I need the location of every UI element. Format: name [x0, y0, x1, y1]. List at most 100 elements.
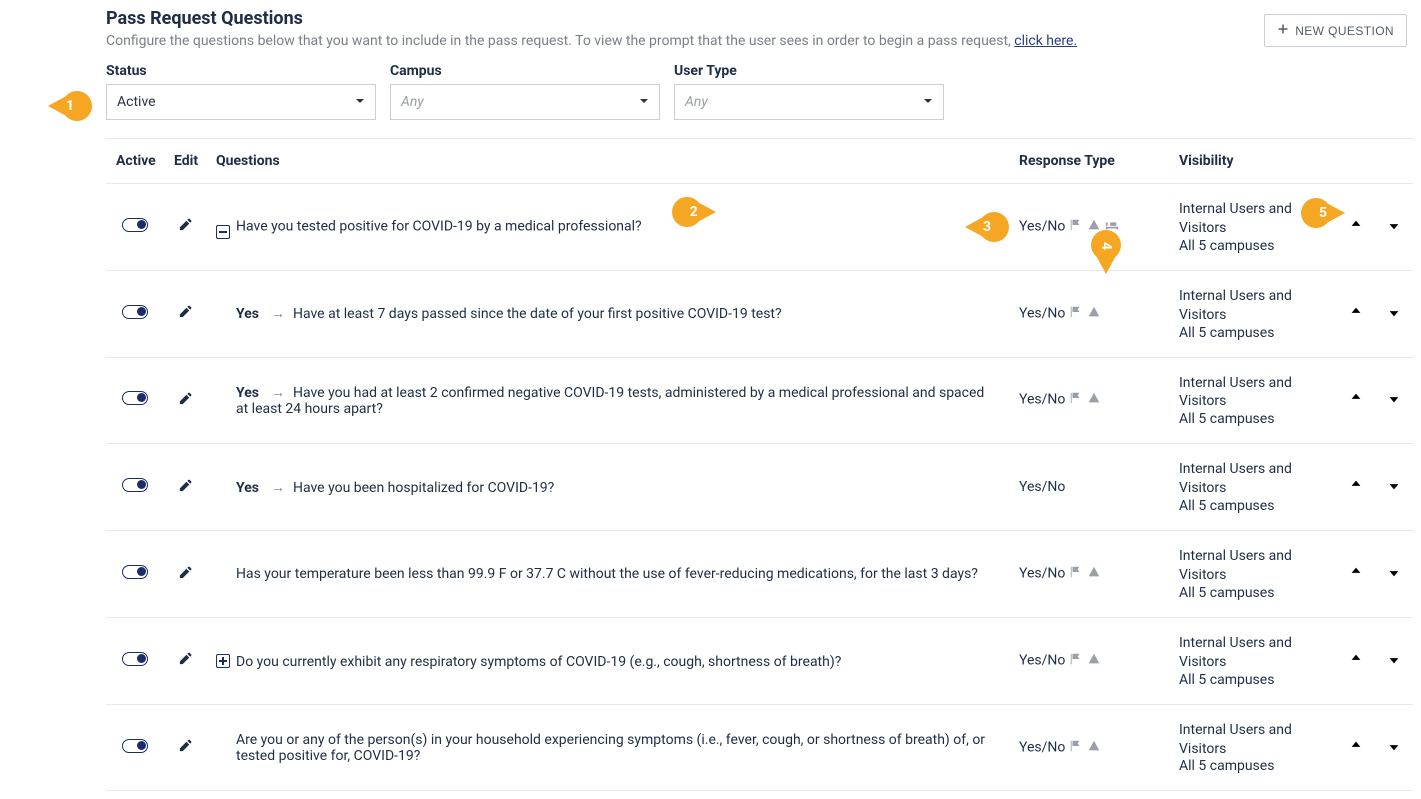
status-select-value: Active — [117, 94, 156, 110]
table-row: Do you currently exhibit any respiratory… — [106, 617, 1413, 704]
questions-table: Active Edit Questions Response Type Visi… — [106, 138, 1413, 791]
col-move-up — [1337, 139, 1375, 184]
visibility-campuses: All 5 campuses — [1179, 411, 1327, 427]
move-down-button[interactable] — [1387, 652, 1401, 666]
table-row: Yes → Have at least 7 days passed since th… — [106, 270, 1413, 357]
visibility-campuses: All 5 campuses — [1179, 498, 1327, 514]
warn-icon — [1087, 305, 1101, 323]
callout-2: 2 — [672, 197, 716, 227]
table-row: Yes→Have you been hospitalized for COVID… — [106, 444, 1413, 531]
warn-icon — [1087, 391, 1101, 409]
status-label: Status — [106, 63, 376, 79]
response-type-value: Yes/No — [1019, 305, 1065, 321]
page-subtitle-text: Configure the questions below that you w… — [106, 33, 1014, 49]
visibility-campuses: All 5 campuses — [1179, 325, 1327, 341]
active-toggle[interactable] — [122, 478, 148, 492]
move-up-button[interactable] — [1349, 739, 1363, 753]
col-edit: Edit — [164, 139, 206, 184]
active-toggle[interactable] — [122, 652, 148, 666]
response-type-value: Yes/No — [1019, 653, 1065, 669]
campus-label: Campus — [390, 63, 660, 79]
table-row: Has your temperature been less than 99.9… — [106, 531, 1413, 618]
move-up-button[interactable] — [1349, 218, 1363, 232]
visibility-campuses: All 5 campuses — [1179, 758, 1327, 774]
warn-icon — [1087, 652, 1101, 670]
col-visibility: Visibility — [1169, 139, 1337, 184]
question-text: Have you been hospitalized for COVID-19? — [293, 480, 554, 496]
usertype-select[interactable]: Any — [674, 84, 944, 120]
new-question-button[interactable]: NEW QUESTION — [1264, 14, 1407, 47]
visibility-users: Internal Users and Visitors — [1179, 287, 1327, 325]
edit-icon[interactable] — [178, 738, 193, 753]
arrow-icon: → — [271, 480, 285, 496]
usertype-select-value: Any — [685, 94, 708, 110]
move-up-button[interactable] — [1349, 565, 1363, 579]
flag-icon — [1069, 565, 1083, 583]
bed-icon — [1105, 218, 1119, 236]
question-text: Have at least 7 days passed since the da… — [293, 306, 782, 322]
collapse-icon[interactable] — [216, 225, 230, 239]
prompt-link[interactable]: click here. — [1014, 33, 1077, 49]
move-down-button[interactable] — [1387, 218, 1401, 232]
active-toggle[interactable] — [122, 739, 148, 753]
question-text: Are you or any of the person(s) in your … — [236, 732, 985, 764]
question-text: Have you had at least 2 confirmed negati… — [236, 385, 984, 417]
visibility-campuses: All 5 campuses — [1179, 672, 1327, 688]
move-up-button[interactable] — [1349, 478, 1363, 492]
visibility-users: Internal Users and Visitors — [1179, 634, 1327, 672]
caret-down-icon — [639, 94, 649, 110]
edit-icon[interactable] — [178, 217, 193, 232]
new-question-label: NEW QUESTION — [1295, 24, 1394, 38]
move-down-button[interactable] — [1387, 391, 1401, 405]
move-up-button[interactable] — [1349, 391, 1363, 405]
callout-4: 4 — [1091, 230, 1121, 274]
question-text: Do you currently exhibit any respiratory… — [236, 654, 841, 670]
edit-icon[interactable] — [178, 391, 193, 406]
visibility-users: Internal Users and Visitors — [1179, 460, 1327, 498]
warn-icon — [1087, 218, 1101, 236]
question-text: Has your temperature been less than 99.9… — [236, 566, 978, 582]
expand-icon[interactable] — [216, 654, 230, 668]
visibility-users: Internal Users and Visitors — [1179, 374, 1327, 412]
active-toggle[interactable] — [122, 391, 148, 405]
plus-icon — [1277, 23, 1289, 38]
edit-icon[interactable] — [178, 565, 193, 580]
col-response-type: Response Type — [1009, 139, 1169, 184]
edit-icon[interactable] — [178, 651, 193, 666]
campus-select[interactable]: Any — [390, 84, 660, 120]
arrow-icon: → — [271, 385, 285, 401]
move-down-button[interactable] — [1387, 305, 1401, 319]
move-down-button[interactable] — [1387, 739, 1401, 753]
warn-icon — [1087, 565, 1101, 583]
response-type-value: Yes/No — [1019, 566, 1065, 582]
table-row: Are you or any of the person(s) in your … — [106, 704, 1413, 791]
move-up-button[interactable] — [1349, 652, 1363, 666]
move-down-button[interactable] — [1387, 565, 1401, 579]
move-down-button[interactable] — [1387, 478, 1401, 492]
response-type-value: Yes/No — [1019, 392, 1065, 408]
response-type-value: Yes/No — [1019, 739, 1065, 755]
visibility-campuses: All 5 campuses — [1179, 238, 1327, 254]
branch-prefix: Yes — [236, 306, 259, 322]
active-toggle[interactable] — [122, 218, 148, 232]
branch-prefix: Yes — [236, 385, 259, 401]
edit-icon[interactable] — [178, 478, 193, 493]
active-toggle[interactable] — [122, 565, 148, 579]
edit-icon[interactable] — [178, 304, 193, 319]
response-type-value: Yes/No — [1019, 219, 1065, 235]
move-up-button[interactable] — [1349, 305, 1363, 319]
campus-select-value: Any — [401, 94, 424, 110]
col-move-down — [1375, 139, 1413, 184]
active-toggle[interactable] — [122, 305, 148, 319]
question-text: Have you tested positive for COVID-19 by… — [236, 219, 642, 235]
response-type-value: Yes/No — [1019, 479, 1065, 495]
arrow-icon: → — [271, 306, 285, 322]
col-active: Active — [106, 139, 164, 184]
page-subtitle: Configure the questions below that you w… — [106, 33, 1264, 49]
status-select[interactable]: Active — [106, 84, 376, 120]
visibility-users: Internal Users and Visitors — [1179, 547, 1327, 585]
caret-down-icon — [923, 94, 933, 110]
flag-icon — [1069, 218, 1083, 236]
table-row: Have you tested positive for COVID-19 by… — [106, 184, 1413, 271]
visibility-campuses: All 5 campuses — [1179, 585, 1327, 601]
